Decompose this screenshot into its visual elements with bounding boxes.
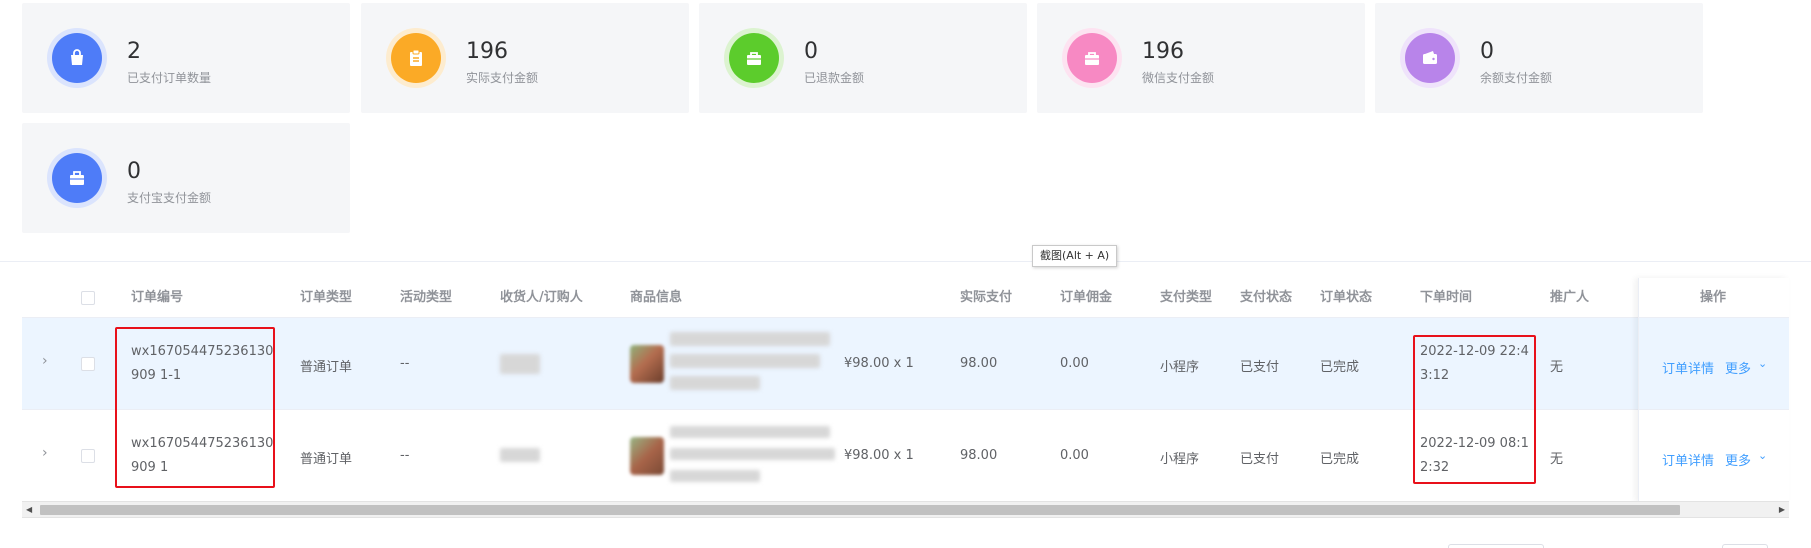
order-number: wx167054475236130909 1-1 [131, 344, 274, 383]
actual-paid: 98.00 [960, 356, 998, 371]
briefcase-icon [729, 33, 779, 83]
stat-card-refunded: 0 已退款金额 [699, 3, 1027, 113]
product-thumbnail [630, 437, 664, 475]
col-receiver: 收货人/订购人 [500, 290, 583, 305]
col-order-status: 订单状态 [1320, 290, 1373, 305]
screenshot-tooltip: 截图(Alt + A) [1032, 245, 1118, 267]
receiver-redacted [500, 354, 540, 374]
order-type: 普通订单 [300, 360, 353, 375]
product-name-redacted [670, 470, 760, 482]
col-order-no: 订单编号 [131, 290, 184, 305]
toolbox-icon [52, 153, 102, 203]
stat-card-actual-paid: 196 实际支付金额 [361, 3, 689, 113]
commission: 0.00 [1060, 448, 1089, 463]
row-checkbox[interactable] [81, 357, 95, 371]
expand-chevron-icon[interactable]: › [42, 445, 48, 461]
col-promoter: 推广人 [1550, 290, 1590, 305]
clipboard-icon [391, 33, 441, 83]
col-actual-paid: 实际支付 [960, 290, 1013, 305]
wallet-icon [1405, 33, 1455, 83]
col-product-info: 商品信息 [630, 290, 683, 305]
stat-card-alipay: 0 支付宝支付金额 [22, 123, 350, 233]
shopping-bag-icon [52, 33, 102, 83]
product-name-redacted [670, 376, 760, 390]
horizontal-scrollbar[interactable]: ◀ ▶ [22, 501, 1789, 518]
order-number: wx167054475236130909 1 [131, 436, 274, 475]
stat-value: 0 [804, 39, 818, 64]
table-row[interactable]: › wx167054475236130909 1-1 普通订单 -- ¥98.0… [22, 318, 1789, 410]
product-thumbnail [630, 345, 664, 383]
stat-value: 0 [127, 159, 141, 184]
pay-type: 小程序 [1160, 452, 1200, 467]
promoter: 无 [1550, 452, 1564, 467]
product-price-qty: ¥98.00 x 1 [844, 448, 914, 463]
stat-value: 196 [1142, 39, 1184, 64]
product-name-redacted [670, 448, 835, 460]
product-price-qty: ¥98.00 x 1 [844, 356, 914, 371]
actual-paid: 98.00 [960, 448, 998, 463]
table-header: 订单编号 订单类型 活动类型 收货人/订购人 商品信息 实际支付 订单佣金 支付… [22, 278, 1789, 318]
product-name-redacted [670, 332, 830, 346]
product-name-redacted [670, 426, 830, 438]
stat-card-paid-orders: 2 已支付订单数量 [22, 3, 350, 113]
stat-value: 0 [1480, 39, 1494, 64]
activity-type: -- [400, 448, 410, 463]
pagination-select[interactable] [1448, 544, 1544, 548]
order-status: 已完成 [1320, 452, 1360, 467]
fixed-actions-column [1638, 278, 1789, 502]
col-order-time: 下单时间 [1420, 290, 1473, 305]
stat-label: 支付宝支付金额 [127, 191, 212, 205]
scroll-right-arrow-icon[interactable]: ▶ [1779, 502, 1785, 517]
col-order-type: 订单类型 [300, 290, 353, 305]
stat-label: 微信支付金额 [1142, 71, 1215, 85]
product-name-redacted [670, 354, 820, 368]
commission: 0.00 [1060, 356, 1089, 371]
pay-status: 已支付 [1240, 452, 1280, 467]
order-time: 2022-12-09 22:43:12 [1420, 344, 1529, 383]
stat-value: 196 [466, 39, 508, 64]
order-status: 已完成 [1320, 360, 1360, 375]
stat-card-wechat-pay: 196 微信支付金额 [1037, 3, 1365, 113]
stat-label: 实际支付金额 [466, 71, 539, 85]
briefcase-icon [1067, 33, 1117, 83]
scrollbar-thumb[interactable] [40, 505, 1680, 515]
receiver-redacted [500, 448, 540, 462]
col-activity-type: 活动类型 [400, 290, 453, 305]
pay-type: 小程序 [1160, 360, 1200, 375]
promoter: 无 [1550, 360, 1564, 375]
stat-label: 已退款金额 [804, 71, 865, 85]
order-time: 2022-12-09 08:12:32 [1420, 436, 1529, 475]
stat-value: 2 [127, 39, 141, 64]
stat-card-balance-pay: 0 余额支付金额 [1375, 3, 1703, 113]
col-pay-status: 支付状态 [1240, 290, 1293, 305]
table-row[interactable]: › wx167054475236130909 1 普通订单 -- ¥98.00 … [22, 410, 1789, 502]
expand-chevron-icon[interactable]: › [42, 353, 48, 369]
activity-type: -- [400, 356, 410, 371]
stat-label: 余额支付金额 [1480, 71, 1553, 85]
stat-label: 已支付订单数量 [127, 71, 212, 85]
row-checkbox[interactable] [81, 449, 95, 463]
col-commission: 订单佣金 [1060, 290, 1113, 305]
section-divider [0, 261, 1811, 262]
col-pay-type: 支付类型 [1160, 290, 1213, 305]
select-all-checkbox[interactable] [81, 291, 95, 305]
order-type: 普通订单 [300, 452, 353, 467]
pagination-jump[interactable] [1722, 544, 1768, 548]
scroll-left-arrow-icon[interactable]: ◀ [26, 502, 32, 517]
pay-status: 已支付 [1240, 360, 1280, 375]
